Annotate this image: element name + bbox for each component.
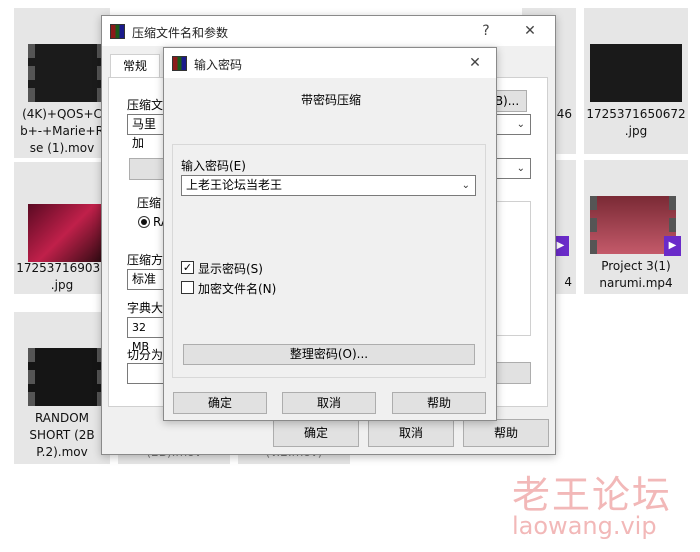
dialog-title: 输入密码 bbox=[194, 58, 243, 72]
method-label: 压缩方 bbox=[127, 253, 164, 267]
watermark-logo-text: 老王论坛 bbox=[512, 473, 673, 517]
dialog-titlebar: 输入密码 ✕ bbox=[164, 48, 496, 78]
file-name: 172537169032 .jpg bbox=[16, 261, 108, 292]
cancel-button[interactable]: 取消 bbox=[368, 419, 454, 447]
close-icon[interactable]: ✕ bbox=[517, 20, 543, 42]
image-thumbnail bbox=[590, 44, 682, 102]
show-password-label: 显示密码(S) bbox=[198, 262, 263, 276]
format-label: 压缩 bbox=[137, 196, 162, 210]
video-thumbnail bbox=[28, 44, 104, 102]
method-dropdown[interactable]: 标准 bbox=[127, 269, 167, 290]
help-icon[interactable]: ? bbox=[473, 20, 499, 42]
chevron-down-icon: ⌄ bbox=[516, 119, 525, 130]
encrypt-names-checkbox[interactable] bbox=[181, 281, 194, 294]
ok-button[interactable]: 确定 bbox=[273, 419, 359, 447]
archive-name-field[interactable]: 马里加 bbox=[127, 114, 167, 150]
password-input[interactable]: 上老王论坛当老王 ⌄ bbox=[181, 175, 476, 196]
show-password-checkbox[interactable]: ✓ bbox=[181, 261, 194, 274]
file-name: Project 3(1) narumi.mp4 bbox=[599, 259, 673, 290]
dialog-titlebar: 压缩文件名和参数 ? ✕ bbox=[102, 16, 555, 46]
help-button[interactable]: 帮助 bbox=[392, 392, 486, 414]
video-thumbnail bbox=[28, 348, 104, 406]
organize-passwords-button[interactable]: 整理密码(O)... bbox=[183, 344, 475, 365]
file-name: RANDOM SHORT (2B P.2).mov bbox=[29, 411, 95, 459]
file-tile[interactable]: ▶ Project 3(1) narumi.mp4 bbox=[584, 160, 688, 294]
split-volumes-label: 切分为 bbox=[127, 348, 164, 362]
format-radio[interactable] bbox=[138, 216, 150, 228]
tab-general[interactable]: 常规 bbox=[110, 54, 160, 78]
dialog-heading: 带密码压缩 bbox=[300, 93, 361, 107]
image-thumbnail bbox=[28, 204, 104, 262]
file-name: 1725371650672 .jpg bbox=[586, 107, 686, 138]
archive-name-label: 压缩文 bbox=[127, 98, 164, 112]
help-button[interactable]: 帮助 bbox=[463, 419, 549, 447]
radio-dot bbox=[141, 219, 147, 225]
chevron-down-icon[interactable]: ⌄ bbox=[462, 176, 470, 195]
file-tile[interactable]: 1725371650672 .jpg bbox=[584, 8, 688, 154]
file-tile[interactable]: ▶ (4K)+QOS+Cb+-+Marie+Rse (1).mov bbox=[14, 8, 121, 158]
dictionary-size-label: 字典大 bbox=[127, 301, 164, 315]
close-icon[interactable]: ✕ bbox=[462, 52, 488, 74]
split-volumes-field[interactable] bbox=[127, 363, 167, 384]
dialog-title: 压缩文件名和参数 bbox=[132, 26, 229, 40]
cancel-button[interactable]: 取消 bbox=[282, 392, 376, 414]
password-dialog: 输入密码 ✕ 带密码压缩 输入密码(E) 上老王论坛当老王 ⌄ ✓ 显示密码(S… bbox=[163, 47, 497, 421]
chevron-down-icon: ⌄ bbox=[516, 163, 525, 174]
file-tile[interactable]: 172537169032 .jpg bbox=[14, 162, 110, 294]
winrar-icon bbox=[110, 24, 125, 39]
file-tile[interactable]: ▶ RANDOMSHORT (2BP.2).mov bbox=[14, 312, 121, 464]
password-label: 输入密码(E) bbox=[181, 159, 246, 173]
password-value: 上老王论坛当老王 bbox=[186, 178, 283, 192]
watermark-url: laowang.vip bbox=[512, 512, 657, 540]
ok-button[interactable]: 确定 bbox=[173, 392, 267, 414]
winrar-icon bbox=[172, 56, 187, 71]
video-play-icon: ▶ bbox=[664, 236, 681, 256]
encrypt-names-label: 加密文件名(N) bbox=[198, 282, 277, 296]
file-name: (4K)+QOS+C b+-+Marie+R se (1).mov bbox=[20, 107, 104, 155]
dictionary-size-dropdown[interactable]: 32 MB bbox=[127, 317, 167, 353]
